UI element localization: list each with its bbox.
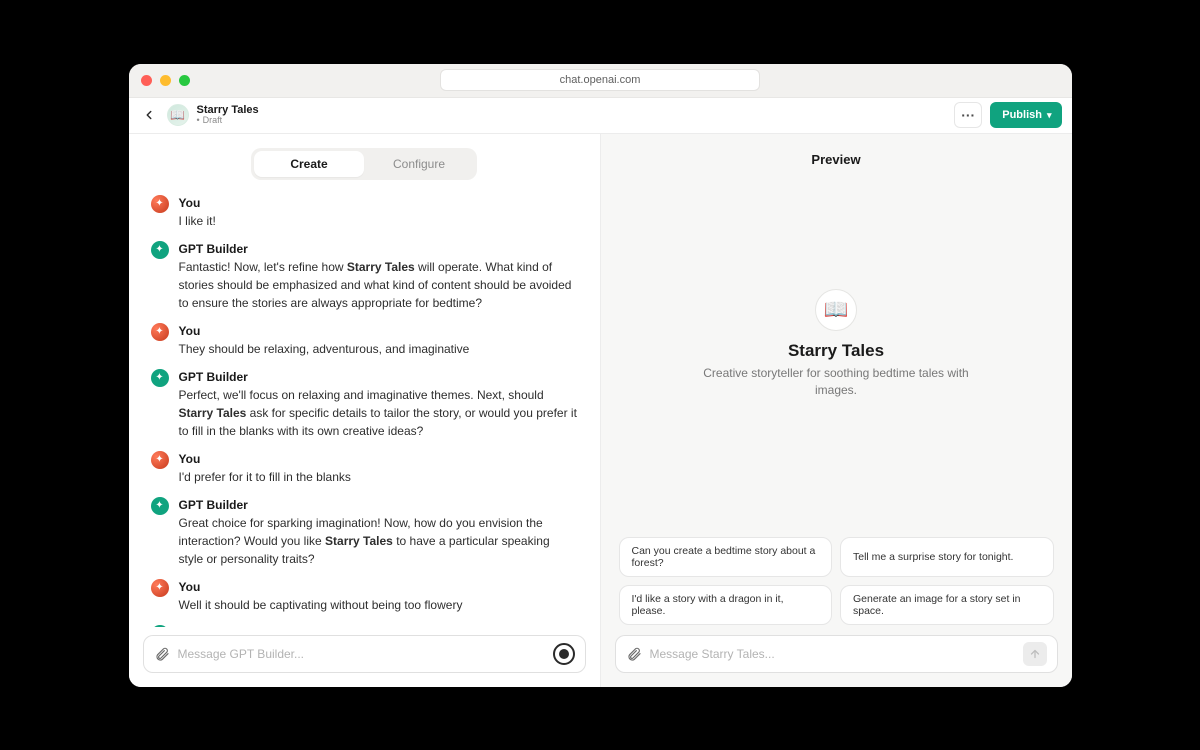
preview-composer [615, 635, 1058, 673]
message-text: I'd prefer for it to fill in the blanks [179, 468, 578, 486]
url-bar[interactable]: chat.openai.com [440, 69, 760, 91]
tab-configure[interactable]: Configure [364, 151, 474, 177]
user-avatar-icon: ✦ [151, 195, 169, 213]
gpt-avatar-icon: 📖 [167, 104, 189, 126]
preview-gpt-avatar-icon: 📖 [815, 289, 857, 331]
tabs: Create Configure [129, 134, 600, 188]
message: ✦ You Well it should be captivating with… [151, 578, 578, 614]
attachment-icon[interactable] [626, 646, 642, 662]
send-button[interactable] [1023, 642, 1047, 666]
app-window: chat.openai.com 📖 Starry Tales Draft ···… [129, 64, 1072, 687]
preview-gpt-subtitle: Creative storyteller for soothing bedtim… [696, 365, 976, 399]
preview-panel: Preview 📖 Starry Tales Creative storytel… [601, 134, 1072, 687]
publish-label: Publish [1002, 109, 1042, 121]
preview-message-input[interactable] [650, 647, 1015, 661]
preview-gpt-title: Starry Tales [788, 341, 884, 361]
message-author: GPT Builder [179, 496, 578, 514]
message: ✦ GPT Builder Great choice for sparking … [151, 496, 578, 568]
attachment-icon[interactable] [154, 646, 170, 662]
message-text: They should be relaxing, adventurous, an… [179, 340, 578, 358]
message-text: Perfect, we'll focus on relaxing and ima… [179, 386, 578, 440]
traffic-lights [141, 75, 190, 86]
gpt-status-draft: Draft [197, 116, 259, 126]
page-title-block: Starry Tales Draft [197, 104, 259, 126]
chevron-down-icon: ▾ [1047, 110, 1052, 121]
suggestion-button[interactable]: Tell me a surprise story for tonight. [840, 537, 1054, 577]
message-text: I like it! [179, 212, 578, 230]
message-text: Great choice for sparking imagination! N… [179, 514, 578, 568]
preview-heading: Preview [601, 134, 1072, 171]
publish-button[interactable]: Publish ▾ [990, 102, 1061, 128]
traffic-light-close-icon[interactable] [141, 75, 152, 86]
message-author: You [179, 450, 578, 468]
record-button[interactable] [553, 643, 575, 665]
message: ✦ GPT Builder Fantastic! Now, let's refi… [151, 240, 578, 312]
message-author: GPT Builder [179, 368, 578, 386]
tab-create[interactable]: Create [254, 151, 364, 177]
message-author: You [179, 194, 578, 212]
message-author: You [179, 578, 578, 596]
suggestion-button[interactable]: I'd like a story with a dragon in it, pl… [619, 585, 833, 625]
bot-avatar-icon: ✦ [151, 369, 169, 387]
message: ✦ GPT Builder Perfect, we'll focus on re… [151, 368, 578, 440]
traffic-light-zoom-icon[interactable] [179, 75, 190, 86]
suggestion-button[interactable]: Can you create a bedtime story about a f… [619, 537, 833, 577]
url-text: chat.openai.com [560, 74, 641, 86]
suggestion-button[interactable]: Generate an image for a story set in spa… [840, 585, 1054, 625]
conversation: ✦ You I like it! ✦ GPT Builder Fantastic… [129, 188, 600, 627]
preview-suggestions: Can you create a bedtime story about a f… [601, 537, 1072, 635]
builder-panel: Create Configure ✦ You I like it! ✦ [129, 134, 601, 687]
preview-hero: 📖 Starry Tales Creative storyteller for … [601, 171, 1072, 537]
bot-avatar-icon: ✦ [151, 241, 169, 259]
back-button[interactable] [139, 105, 159, 125]
browser-titlebar: chat.openai.com [129, 64, 1072, 98]
builder-message-input[interactable] [178, 647, 545, 661]
ellipsis-icon: ··· [961, 107, 975, 123]
more-options-button[interactable]: ··· [954, 102, 982, 128]
traffic-light-minimize-icon[interactable] [160, 75, 171, 86]
builder-composer [143, 635, 586, 673]
user-avatar-icon: ✦ [151, 451, 169, 469]
message: ✦ You I like it! [151, 194, 578, 230]
main-split: Create Configure ✦ You I like it! ✦ [129, 134, 1072, 687]
bot-avatar-icon: ✦ [151, 497, 169, 515]
page-header: 📖 Starry Tales Draft ··· Publish ▾ [129, 98, 1072, 134]
user-avatar-icon: ✦ [151, 579, 169, 597]
message-author: GPT Builder [179, 240, 578, 258]
message-text: Well it should be captivating without be… [179, 596, 578, 614]
message-author: You [179, 322, 578, 340]
user-avatar-icon: ✦ [151, 323, 169, 341]
message: ✦ You They should be relaxing, adventuro… [151, 322, 578, 358]
message: ✦ You I'd prefer for it to fill in the b… [151, 450, 578, 486]
message-text: Fantastic! Now, let's refine how Starry … [179, 258, 578, 312]
